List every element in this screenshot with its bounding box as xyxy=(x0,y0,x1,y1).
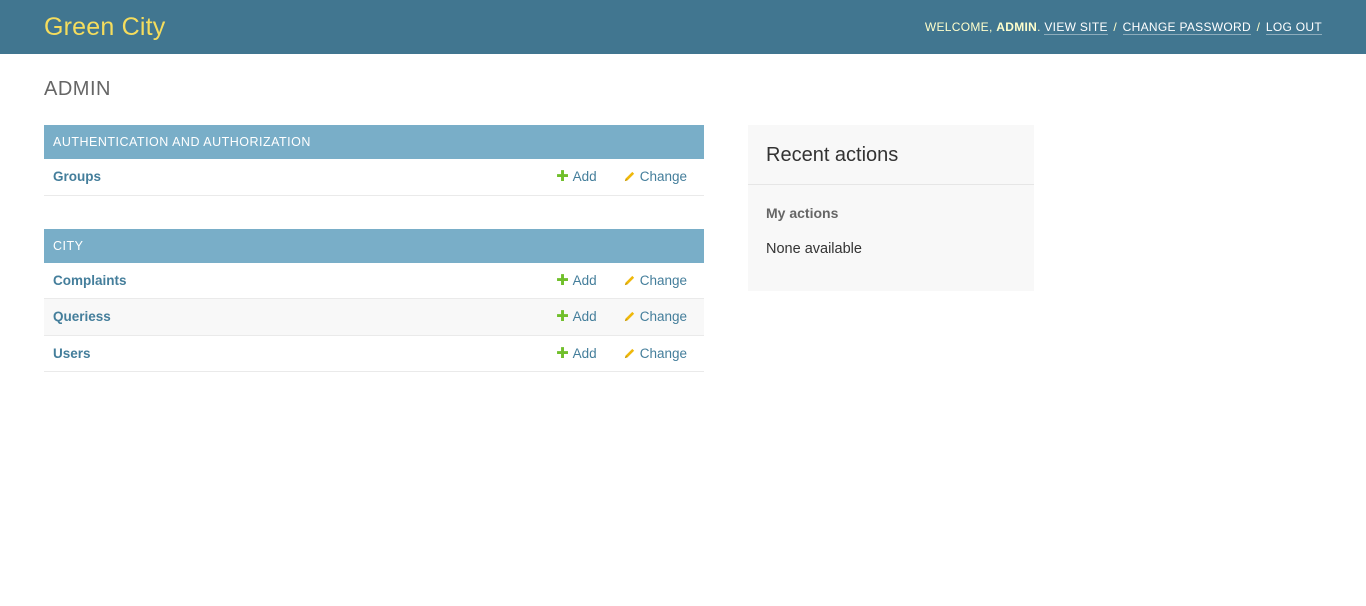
change-users-button[interactable]: Change xyxy=(623,346,687,361)
add-queriess-button[interactable]: ✚ Add xyxy=(556,309,597,324)
change-groups-button[interactable]: Change xyxy=(623,169,687,184)
site-branding[interactable]: Green City xyxy=(44,13,165,42)
username: admin xyxy=(996,20,1038,34)
pencil-icon xyxy=(624,275,634,285)
model-link-queriess[interactable]: Queriess xyxy=(53,309,556,324)
module-city: City Complaints ✚ Add Change Queriess ✚ … xyxy=(44,228,704,372)
separator: / xyxy=(1256,20,1261,34)
add-label: Add xyxy=(572,309,597,325)
add-label: Add xyxy=(572,345,597,361)
change-label: Change xyxy=(639,272,687,288)
no-actions-text: None available xyxy=(766,241,862,257)
add-complaints-button[interactable]: ✚ Add xyxy=(556,273,597,288)
model-row-users: Users ✚ Add Change xyxy=(44,336,704,372)
add-label: Add xyxy=(572,169,597,185)
my-actions-heading: My actions xyxy=(766,205,839,221)
content: Admin Authentication and Authorization G… xyxy=(0,54,1366,372)
recent-actions-title: Recent actions xyxy=(748,125,1034,185)
header: Green City Welcome, admin. View site / C… xyxy=(0,0,1366,54)
view-site-link[interactable]: View site xyxy=(1044,20,1108,35)
change-complaints-button[interactable]: Change xyxy=(623,273,687,288)
add-groups-button[interactable]: ✚ Add xyxy=(556,169,597,184)
model-row-groups: Groups ✚ Add Change xyxy=(44,159,704,196)
model-link-groups[interactable]: Groups xyxy=(53,169,556,184)
welcome-text: Welcome, xyxy=(924,20,993,34)
change-label: Change xyxy=(639,169,687,185)
change-queriess-button[interactable]: Change xyxy=(623,309,687,324)
model-link-complaints[interactable]: Complaints xyxy=(53,273,556,288)
model-row-queriess: Queriess ✚ Add Change xyxy=(44,299,704,336)
module-caption[interactable]: Authentication and Authorization xyxy=(44,125,704,159)
change-label: Change xyxy=(639,345,687,361)
module-caption[interactable]: City xyxy=(44,228,704,263)
add-label: Add xyxy=(572,272,597,288)
pencil-icon xyxy=(624,172,634,182)
log-out-link[interactable]: Log out xyxy=(1265,20,1322,35)
module-auth: Authentication and Authorization Groups … xyxy=(44,125,704,196)
change-label: Change xyxy=(639,309,687,325)
recent-actions-panel: Recent actions My actions None available xyxy=(748,125,1034,291)
model-link-users[interactable]: Users xyxy=(53,346,556,361)
app-list: Authentication and Authorization Groups … xyxy=(44,125,704,405)
add-users-button[interactable]: ✚ Add xyxy=(556,346,597,361)
plus-icon: ✚ xyxy=(556,168,569,186)
model-row-complaints: Complaints ✚ Add Change xyxy=(44,263,704,299)
pencil-icon xyxy=(624,312,634,322)
change-password-link[interactable]: Change password xyxy=(1122,20,1251,35)
pencil-icon xyxy=(624,348,634,358)
plus-icon: ✚ xyxy=(556,344,569,362)
separator: / xyxy=(1113,20,1118,34)
user-tools: Welcome, admin. View site / Change passw… xyxy=(924,20,1322,35)
plus-icon: ✚ xyxy=(556,271,569,289)
page-title: Admin xyxy=(44,78,111,100)
plus-icon: ✚ xyxy=(556,308,569,326)
